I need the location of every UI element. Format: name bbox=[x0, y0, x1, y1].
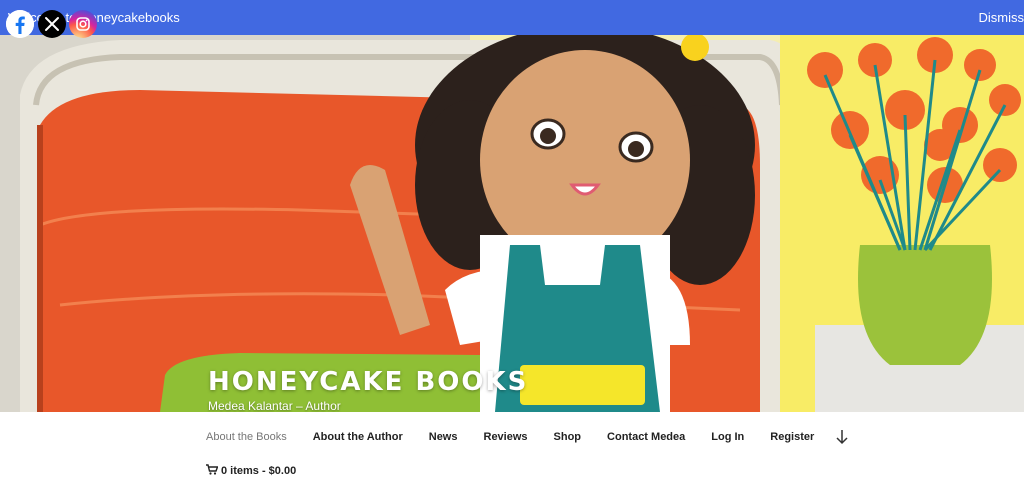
menu-item-about-the-books[interactable]: About the Books bbox=[206, 431, 287, 443]
site-description: Medea Kalantar – Author bbox=[208, 399, 341, 412]
arrow-down-icon[interactable] bbox=[835, 429, 849, 445]
cart-summary: 0 items - $0.00 bbox=[221, 465, 297, 477]
dismiss-link[interactable]: Dismiss bbox=[979, 10, 1024, 25]
hero-header: HONEYCAKE BOOKS Medea Kalantar – Author bbox=[0, 35, 1024, 412]
primary-menu: About the Books About the Author News Re… bbox=[206, 431, 840, 443]
menu-item-log-in[interactable]: Log In bbox=[711, 431, 744, 443]
menu-item-contact-medea[interactable]: Contact Medea bbox=[607, 431, 685, 443]
x-twitter-icon[interactable] bbox=[38, 10, 66, 38]
cart-link[interactable]: 0 items - $0.00 bbox=[206, 464, 296, 478]
facebook-icon[interactable] bbox=[6, 10, 34, 38]
site-title[interactable]: HONEYCAKE BOOKS bbox=[208, 367, 528, 397]
menu-item-news[interactable]: News bbox=[429, 431, 458, 443]
instagram-icon[interactable] bbox=[69, 10, 97, 38]
site-notice-bar: Welcome to Honeycakebooks Dismiss bbox=[0, 0, 1024, 35]
menu-item-about-the-author[interactable]: About the Author bbox=[313, 431, 403, 443]
cart-icon bbox=[206, 464, 219, 478]
menu-item-reviews[interactable]: Reviews bbox=[484, 431, 528, 443]
hero-illustration bbox=[0, 35, 1024, 412]
main-navigation: About the Books About the Author News Re… bbox=[0, 412, 1024, 479]
menu-item-register[interactable]: Register bbox=[770, 431, 814, 443]
menu-item-shop[interactable]: Shop bbox=[554, 431, 582, 443]
